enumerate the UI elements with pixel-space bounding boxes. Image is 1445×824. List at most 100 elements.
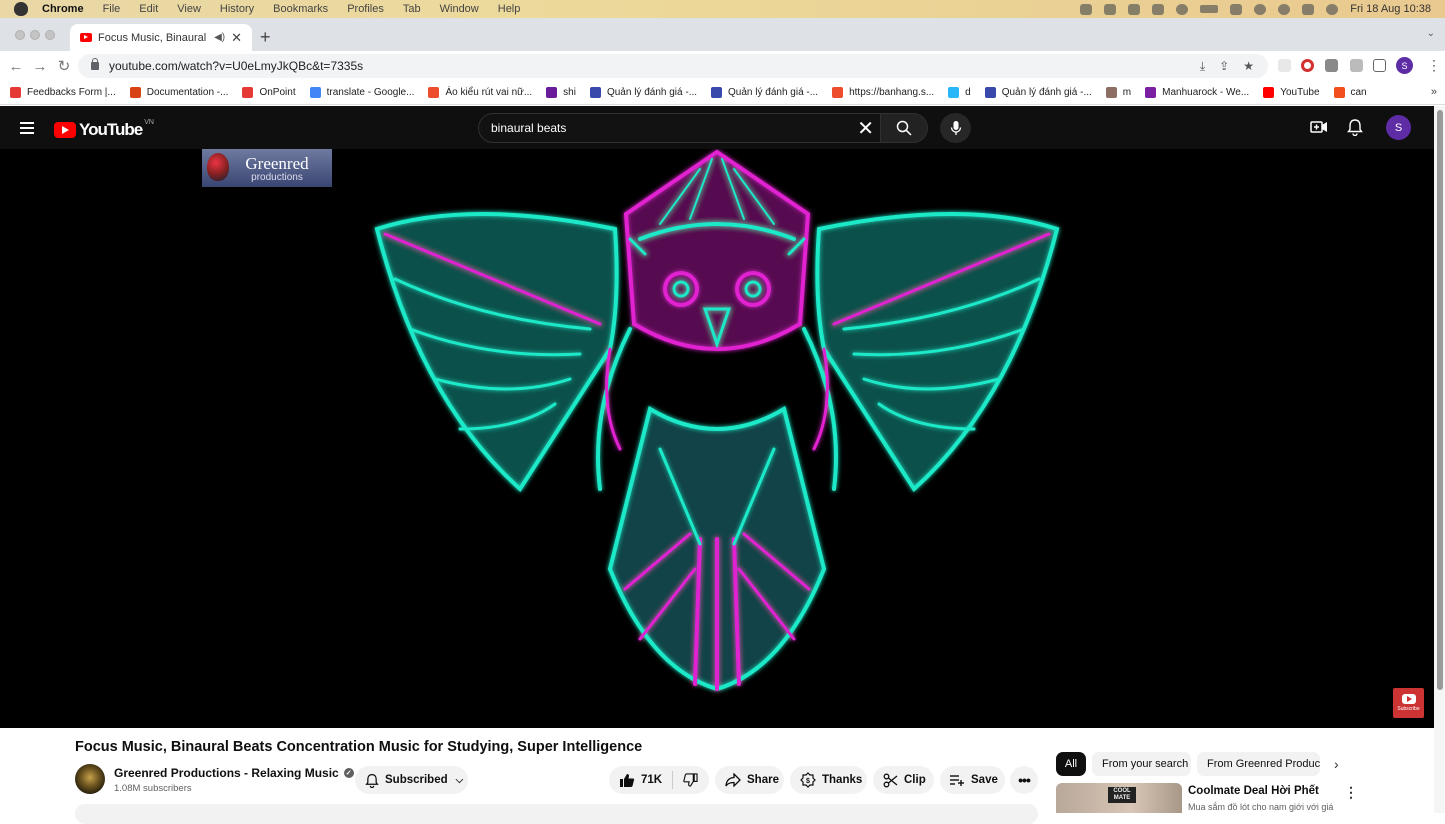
bookmark-item[interactable]: translate - Google... — [309, 87, 414, 98]
menu-view[interactable]: View — [177, 3, 201, 15]
ad-more-options-icon[interactable]: ⋮ — [1344, 784, 1358, 801]
bookmark-item[interactable]: https://banhang.s... — [832, 87, 934, 98]
channel-avatar[interactable] — [75, 764, 105, 794]
side-panel-icon[interactable] — [1373, 59, 1386, 72]
menu-app-name[interactable]: Chrome — [42, 3, 84, 15]
reload-icon[interactable]: ↻ — [52, 57, 76, 75]
subscribed-button[interactable]: Subscribed ⌵ — [355, 766, 468, 794]
bookmark-favicon-icon — [711, 87, 723, 98]
share-page-icon[interactable]: ⇪ — [1219, 59, 1229, 73]
window-zoom-button[interactable] — [45, 30, 55, 40]
youtube-logo[interactable]: YouTube VN — [54, 119, 154, 140]
forward-arrow-icon[interactable]: → — [28, 58, 52, 75]
menu-edit[interactable]: Edit — [139, 3, 158, 15]
spotlight-search-icon[interactable] — [1278, 3, 1291, 15]
menu-help[interactable]: Help — [498, 3, 521, 15]
siri-icon[interactable] — [1326, 3, 1339, 15]
extension-blank-icon[interactable] — [1278, 59, 1291, 72]
youtube-account-avatar[interactable]: S — [1386, 115, 1411, 140]
search-box[interactable]: binaural beats ✕ — [478, 113, 881, 143]
menu-file[interactable]: File — [103, 3, 121, 15]
bookmark-item[interactable]: Documentation -... — [129, 87, 228, 98]
save-button[interactable]: Save — [940, 766, 1005, 794]
search-button[interactable] — [880, 113, 928, 143]
extension-record-icon[interactable] — [1301, 59, 1314, 72]
chrome-profile-avatar[interactable]: S — [1396, 57, 1413, 74]
wifi-icon[interactable] — [1254, 3, 1267, 15]
address-bar[interactable]: youtube.com/watch?v=U0eLmyJkQBc&t=7335s … — [78, 54, 1268, 78]
chrome-menu-icon[interactable]: ⋮ — [1427, 57, 1441, 74]
bookmark-star-icon[interactable]: ★ — [1243, 59, 1254, 73]
ad-subtitle: Mua sắm đồ lót cho nam giới với giá — [1188, 802, 1334, 812]
description-box[interactable] — [75, 804, 1038, 824]
apple-icon[interactable] — [14, 2, 28, 16]
control-center-icon[interactable] — [1302, 3, 1315, 15]
ad-title[interactable]: Coolmate Deal Hời Phết — [1188, 785, 1319, 797]
hamburger-menu-icon[interactable] — [20, 122, 34, 134]
share-button[interactable]: Share — [715, 766, 784, 794]
tab-search-chevron-icon[interactable]: ⌄ — [1427, 28, 1435, 39]
ad-thumbnail[interactable]: COOL MATE — [1056, 783, 1182, 813]
create-video-icon[interactable] — [1310, 118, 1328, 136]
clip-button[interactable]: Clip — [873, 766, 934, 794]
chip-from-your-search[interactable]: From your search — [1092, 752, 1191, 776]
reading-list-icon[interactable] — [1350, 59, 1363, 72]
channel-name[interactable]: Greenred Productions - Relaxing Music — [114, 766, 339, 780]
bookmark-item[interactable]: Quản lý đánh giá -... — [711, 87, 818, 98]
like-count[interactable]: 71K — [641, 774, 662, 786]
like-button[interactable] — [619, 773, 635, 788]
install-app-icon[interactable]: ⤓ — [1200, 59, 1205, 74]
battery-icon[interactable] — [1200, 5, 1219, 13]
bookmark-item[interactable]: m — [1105, 87, 1131, 98]
bookmark-item[interactable]: Quản lý đánh giá -... — [984, 87, 1092, 98]
scrollbar-thumb[interactable] — [1437, 110, 1443, 690]
chips-next-arrow-icon[interactable]: › — [1334, 756, 1339, 772]
bookmark-item[interactable]: Feedbacks Form |... — [10, 87, 116, 98]
browser-tab-active[interactable]: Focus Music, Binaural Beat ◀) ✕ — [70, 24, 252, 51]
back-arrow-icon[interactable]: ← — [4, 58, 28, 75]
extensions-puzzle-icon[interactable] — [1325, 59, 1338, 72]
figma-icon[interactable] — [1080, 3, 1093, 15]
video-player[interactable]: Greenred productions Subscribe — [0, 149, 1434, 728]
menu-tab[interactable]: Tab — [403, 3, 421, 15]
lock-icon[interactable] — [91, 58, 99, 70]
bookmark-item[interactable]: d — [948, 87, 971, 98]
thanks-button[interactable]: $ Thanks — [790, 766, 867, 794]
clear-search-icon[interactable]: ✕ — [857, 116, 874, 141]
notifications-bell-icon[interactable] — [1347, 118, 1363, 136]
vimeo-icon[interactable] — [1152, 3, 1165, 15]
menu-window[interactable]: Window — [440, 3, 479, 15]
bookmark-item[interactable]: Áo kiểu rút vai nữ... — [428, 87, 532, 98]
menu-history[interactable]: History — [220, 3, 254, 15]
url-text[interactable]: youtube.com/watch?v=U0eLmyJkQBc&t=7335s — [109, 59, 1200, 73]
more-actions-button[interactable]: ••• — [1010, 766, 1038, 794]
input-source-icon[interactable] — [1230, 3, 1243, 15]
bookmark-label: d — [965, 87, 971, 98]
chip-from-channel[interactable]: From Greenred Productions — [1197, 752, 1320, 776]
tab-close-icon[interactable]: ✕ — [231, 30, 242, 46]
bookmark-item[interactable]: OnPoint — [242, 87, 296, 98]
chip-all[interactable]: All — [1056, 752, 1086, 776]
menu-bookmarks[interactable]: Bookmarks — [273, 3, 328, 15]
new-tab-button[interactable]: + — [260, 27, 271, 48]
bookmarks-overflow-icon[interactable]: » — [1431, 86, 1437, 98]
bookmark-item[interactable]: can — [1333, 87, 1367, 98]
search-input[interactable]: binaural beats — [479, 121, 857, 135]
dislike-icon[interactable] — [683, 773, 698, 787]
bookmark-label: Quản lý đánh giá -... — [1001, 87, 1092, 98]
media-play-icon[interactable] — [1176, 3, 1189, 15]
window-minimize-button[interactable] — [30, 30, 40, 40]
window-close-button[interactable] — [15, 30, 25, 40]
page-scrollbar[interactable] — [1434, 106, 1445, 813]
bookmark-item[interactable]: YouTube — [1263, 87, 1320, 98]
subscribe-badge[interactable]: Subscribe — [1393, 688, 1424, 718]
bookmark-item[interactable]: Manhuarock - We... — [1145, 87, 1249, 98]
menu-profiles[interactable]: Profiles — [347, 3, 384, 15]
bookmark-item[interactable]: shi — [546, 87, 576, 98]
audio-playing-icon[interactable]: ◀) — [214, 32, 225, 43]
menu-clock[interactable]: Fri 18 Aug 10:38 — [1350, 3, 1431, 15]
status-check-icon[interactable] — [1104, 3, 1117, 15]
voice-search-button[interactable] — [940, 113, 971, 143]
bookmark-item[interactable]: Quản lý đánh giá -... — [589, 87, 697, 98]
translate-icon[interactable] — [1128, 3, 1141, 15]
